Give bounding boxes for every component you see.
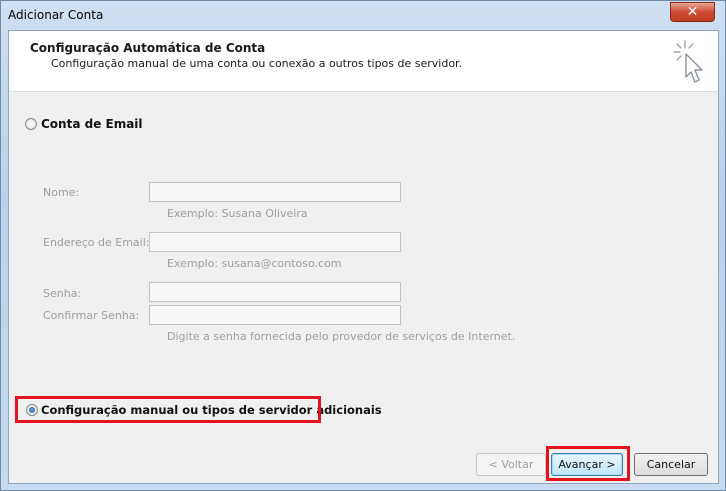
password-field[interactable] (149, 282, 401, 302)
close-button[interactable]: ✕ (670, 2, 715, 22)
password-label: Senha: (43, 287, 82, 300)
name-hint: Exemplo: Susana Oliveira (167, 207, 308, 220)
email-field[interactable] (149, 232, 401, 252)
email-account-radio[interactable] (25, 118, 37, 130)
email-label: Endereço de Email: (43, 236, 150, 249)
header-subtitle: Configuração manual de uma conta ou cone… (51, 57, 463, 70)
wizard-cursor-icon (673, 40, 703, 83)
email-hint: Exemplo: susana@contoso.com (167, 257, 342, 270)
dialog-window: Adicionar Conta ✕ Configuração Automátic… (0, 0, 726, 491)
back-button[interactable]: < Voltar (476, 453, 546, 476)
password-hint: Digite a senha fornecida pelo provedor d… (167, 330, 516, 343)
name-label: Nome: (43, 186, 80, 199)
dialog-content: Configuração Automática de Conta Configu… (8, 30, 719, 484)
email-account-label[interactable]: Conta de Email (41, 117, 143, 131)
confirm-password-field[interactable] (149, 305, 401, 325)
close-icon: ✕ (686, 4, 699, 20)
next-button-highlight (546, 446, 630, 481)
header-title: Configuração Automática de Conta (30, 41, 266, 55)
confirm-password-label: Confirmar Senha: (43, 309, 140, 322)
name-field[interactable] (149, 182, 401, 202)
cancel-button[interactable]: Cancelar (634, 453, 708, 476)
manual-config-highlight (15, 396, 321, 423)
title-bar[interactable]: Adicionar Conta ✕ (1, 1, 725, 29)
wizard-header: Configuração Automática de Conta Configu… (9, 31, 718, 92)
window-title: Adicionar Conta (8, 8, 104, 22)
